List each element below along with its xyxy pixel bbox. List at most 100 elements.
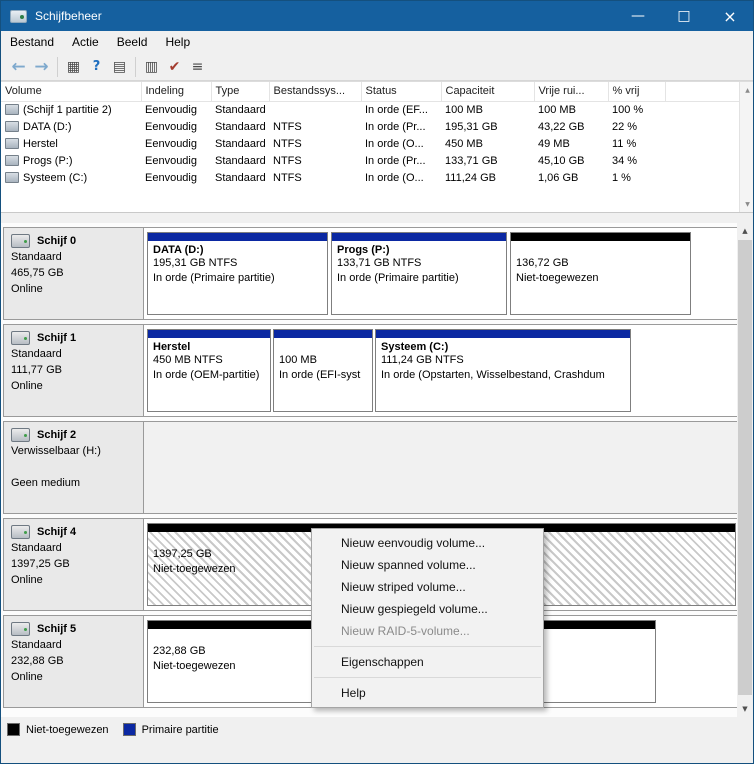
action-pane-icon[interactable]: ▥ bbox=[140, 56, 163, 78]
column-header-capaciteit[interactable]: Capaciteit bbox=[441, 82, 534, 101]
back-icon[interactable]: ← bbox=[7, 56, 30, 78]
column-header-vrije-ruimte[interactable]: Vrije rui... bbox=[534, 82, 608, 101]
cell-type: Standaard bbox=[211, 152, 269, 169]
disk-panel-schijf-4[interactable]: Schijf 4 Standaard 1397,25 GB Online bbox=[4, 519, 144, 610]
disk-status: Online bbox=[11, 380, 137, 393]
toolbar: ← → ▦ ? ▤ ▥ ✔ ≡ bbox=[1, 53, 753, 81]
cell-filler bbox=[665, 135, 739, 152]
partition-unallocated[interactable]: 136,72 GB Niet-toegewezen bbox=[510, 232, 691, 315]
scroll-down-icon[interactable]: ▼ bbox=[737, 701, 753, 717]
partition-title: Systeem (C:) bbox=[376, 338, 630, 354]
disk-name: Schijf 0 bbox=[37, 235, 76, 247]
menu-item-nieuw-gespiegeld-volume[interactable]: Nieuw gespiegeld volume... bbox=[312, 598, 543, 620]
disk-size: 111,77 GB bbox=[11, 364, 137, 377]
table-row-herstel[interactable]: Herstel Eenvoudig Standaard NTFS In orde… bbox=[1, 135, 739, 152]
check-icon[interactable]: ✔ bbox=[163, 56, 186, 78]
menu-beeld[interactable]: Beeld bbox=[108, 31, 157, 53]
partition-title bbox=[511, 241, 690, 257]
partition-efi[interactable]: 100 MB In orde (EFI-syst bbox=[273, 329, 373, 412]
table-row-schijf1-partitie2[interactable]: (Schijf 1 partitie 2) Eenvoudig Standaar… bbox=[1, 101, 739, 118]
partition-size: 136,72 GB bbox=[511, 257, 690, 272]
disk-panel-schijf-5[interactable]: Schijf 5 Standaard 232,88 GB Online bbox=[4, 616, 144, 707]
disk-name: Schijf 4 bbox=[37, 526, 76, 538]
toolbar-divider bbox=[57, 57, 58, 77]
cell-filler bbox=[665, 118, 739, 135]
partition-color-band bbox=[332, 233, 506, 241]
maximize-button[interactable]: □ bbox=[661, 1, 707, 31]
minimize-button[interactable]: — bbox=[615, 1, 661, 31]
menu-item-nieuw-eenvoudig-volume[interactable]: Nieuw eenvoudig volume... bbox=[312, 532, 543, 554]
cell-bestandssysteem: NTFS bbox=[269, 169, 361, 186]
disk-name: Schijf 1 bbox=[37, 332, 76, 344]
partition-size: 100 MB bbox=[274, 354, 372, 369]
cell-pct-vrij: 100 % bbox=[608, 101, 665, 118]
console-tree-icon[interactable]: ▦ bbox=[62, 56, 85, 78]
disk-panel-schijf-2[interactable]: Schijf 2 Verwisselbaar (H:) Geen medium bbox=[4, 422, 144, 513]
disk-icon bbox=[11, 234, 30, 248]
disk-icon bbox=[11, 622, 30, 636]
volume-name: (Schijf 1 partitie 2) bbox=[23, 104, 112, 116]
scrollbar-thumb[interactable] bbox=[738, 240, 752, 695]
partition-data-d[interactable]: DATA (D:) 195,31 GB NTFS In orde (Primai… bbox=[147, 232, 328, 315]
partition-status: In orde (Primaire partitie) bbox=[148, 272, 327, 287]
menu-item-nieuw-striped-volume[interactable]: Nieuw striped volume... bbox=[312, 576, 543, 598]
table-row-systeem-c[interactable]: Systeem (C:) Eenvoudig Standaard NTFS In… bbox=[1, 169, 739, 186]
column-header-pct-vrij[interactable]: % vrij bbox=[608, 82, 665, 101]
menu-item-eigenschappen[interactable]: Eigenschappen bbox=[312, 651, 543, 673]
scroll-down-icon[interactable]: ▼ bbox=[740, 197, 754, 211]
partition-progs-p[interactable]: Progs (P:) 133,71 GB NTFS In orde (Prima… bbox=[331, 232, 507, 315]
menu-item-nieuw-spanned-volume[interactable]: Nieuw spanned volume... bbox=[312, 554, 543, 576]
disk-type: Verwisselbaar (H:) bbox=[11, 445, 137, 458]
cell-capaciteit: 450 MB bbox=[441, 135, 534, 152]
volume-icon bbox=[5, 172, 19, 183]
cell-type: Standaard bbox=[211, 118, 269, 135]
partition-systeem-c[interactable]: Systeem (C:) 111,24 GB NTFS In orde (Ops… bbox=[375, 329, 631, 412]
partition-color-band bbox=[511, 233, 690, 241]
menu-actie[interactable]: Actie bbox=[63, 31, 108, 53]
partition-status: In orde (EFI-syst bbox=[274, 369, 372, 384]
menu-item-help[interactable]: Help bbox=[312, 682, 543, 704]
disk-panel-schijf-0[interactable]: Schijf 0 Standaard 465,75 GB Online bbox=[4, 228, 144, 319]
disk-icon bbox=[11, 525, 30, 539]
legend-label: Niet-toegewezen bbox=[26, 724, 109, 736]
cell-vrije-ruimte: 49 MB bbox=[534, 135, 608, 152]
list-icon[interactable]: ≡ bbox=[186, 56, 209, 78]
cell-vrije-ruimte: 100 MB bbox=[534, 101, 608, 118]
menu-bestand[interactable]: Bestand bbox=[1, 31, 63, 53]
help-icon[interactable]: ? bbox=[85, 56, 108, 78]
column-header-indeling[interactable]: Indeling bbox=[141, 82, 211, 101]
forward-icon[interactable]: → bbox=[30, 56, 53, 78]
export-list-icon[interactable]: ▤ bbox=[108, 56, 131, 78]
partition-herstel[interactable]: Herstel 450 MB NTFS In orde (OEM-partiti… bbox=[147, 329, 271, 412]
window-controls: — □ × bbox=[615, 1, 753, 31]
menu-help[interactable]: Help bbox=[156, 31, 199, 53]
menu-separator bbox=[314, 677, 541, 678]
close-button[interactable]: × bbox=[707, 1, 753, 31]
graph-scrollbar[interactable]: ▲ ▼ bbox=[737, 223, 753, 717]
column-header-volume[interactable]: Volume bbox=[1, 82, 141, 101]
disk-name: Schijf 2 bbox=[37, 429, 76, 441]
scroll-up-icon[interactable]: ▲ bbox=[737, 223, 753, 239]
cell-bestandssysteem: NTFS bbox=[269, 118, 361, 135]
partition-status: Niet-toegewezen bbox=[511, 272, 690, 287]
scroll-up-icon[interactable]: ▲ bbox=[740, 83, 754, 97]
legend-color-square bbox=[123, 723, 136, 736]
disk-type: Standaard bbox=[11, 251, 137, 264]
disk-type: Standaard bbox=[11, 542, 137, 555]
partition-status: In orde (Primaire partitie) bbox=[332, 272, 506, 287]
column-header-type[interactable]: Type bbox=[211, 82, 269, 101]
table-scrollbar[interactable]: ▲ ▼ bbox=[739, 82, 754, 212]
table-row-progs-p[interactable]: Progs (P:) Eenvoudig Standaard NTFS In o… bbox=[1, 152, 739, 169]
partition-area-empty[interactable] bbox=[144, 422, 737, 513]
volume-list: Volume Indeling Type Bestandssys... Stat… bbox=[1, 81, 754, 213]
disk-status: Online bbox=[11, 283, 137, 296]
column-header-bestandssysteem[interactable]: Bestandssys... bbox=[269, 82, 361, 101]
cell-filler bbox=[665, 169, 739, 186]
table-row-data-d[interactable]: DATA (D:) Eenvoudig Standaard NTFS In or… bbox=[1, 118, 739, 135]
volume-icon bbox=[5, 121, 19, 132]
cell-indeling: Eenvoudig bbox=[141, 135, 211, 152]
cell-type: Standaard bbox=[211, 101, 269, 118]
cell-indeling: Eenvoudig bbox=[141, 118, 211, 135]
disk-panel-schijf-1[interactable]: Schijf 1 Standaard 111,77 GB Online bbox=[4, 325, 144, 416]
column-header-status[interactable]: Status bbox=[361, 82, 441, 101]
